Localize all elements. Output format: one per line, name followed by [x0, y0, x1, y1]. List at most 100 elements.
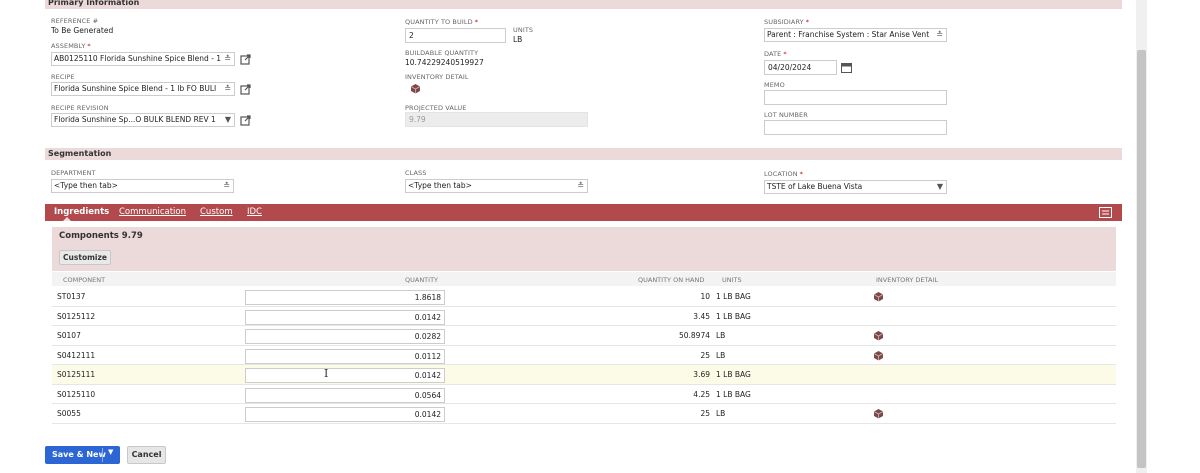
date-input[interactable]: 04/20/2024: [764, 60, 837, 75]
department-label: DEPARTMENT: [51, 169, 96, 177]
assembly-select[interactable]: AB0125110 Florida Sunshine Spice Blend -…: [51, 52, 235, 66]
page-scrollbar[interactable]: [1136, 0, 1147, 473]
column-header-quantity: QUANTITY: [405, 276, 439, 284]
quantity-input[interactable]: 0.0142: [245, 309, 445, 325]
calendar-icon[interactable]: [841, 62, 852, 73]
component-cell: S0412111: [57, 350, 96, 360]
quantity-on-hand-cell: 3.45: [693, 311, 710, 321]
department-select[interactable]: <Type then tab> ≛: [51, 179, 234, 193]
open-record-icon[interactable]: [240, 54, 251, 65]
subsidiary-label: SUBSIDIARY *: [764, 18, 810, 26]
tab-idc[interactable]: IDC: [247, 207, 262, 217]
reference-value: To Be Generated: [51, 26, 114, 35]
quantity-input[interactable]: 0.0142: [245, 368, 445, 383]
units-value: LB: [513, 35, 523, 44]
units-cell: 1 LB BAG: [716, 292, 751, 301]
units-cell: LB: [716, 350, 726, 360]
buildable-quantity-label: BUILDABLE QUANTITY: [405, 49, 479, 57]
quantity-input[interactable]: 0.0564: [245, 387, 445, 403]
component-cell: S0055: [57, 409, 81, 418]
save-new-button[interactable]: Save & New ▼: [45, 446, 120, 464]
quantity-on-hand-cell: 10: [700, 292, 710, 301]
quantity-input[interactable]: 0.0112: [245, 348, 445, 364]
recipe-revision-select[interactable]: Florida Sunshine Sp...O BULK BLEND REV 1…: [51, 113, 235, 127]
recipe-label: RECIPE: [51, 73, 75, 81]
assembly-label: ASSEMBLY *: [51, 42, 91, 50]
location-select[interactable]: TSTE of Lake Buena Vista ▼: [764, 180, 947, 194]
quantity-to-build-input[interactable]: 2: [405, 28, 506, 43]
units-cell: LB: [716, 409, 726, 418]
buildable-quantity-value: 10.74229240519927: [405, 58, 484, 67]
components-title: Components 9.79: [59, 231, 143, 241]
inventory-detail-icon[interactable]: [873, 291, 884, 302]
table-row[interactable]: [52, 326, 1116, 346]
subsidiary-select[interactable]: Parent : Franchise System : Star Anise V…: [764, 28, 947, 42]
customize-button[interactable]: Customize: [59, 250, 111, 265]
table-row[interactable]: [52, 345, 1116, 365]
units-label: UNITS: [513, 26, 534, 34]
cancel-button[interactable]: Cancel: [127, 446, 166, 464]
table-row[interactable]: [52, 384, 1116, 404]
tab-custom[interactable]: Custom: [200, 207, 233, 217]
memo-input[interactable]: [764, 90, 947, 105]
table-row[interactable]: [52, 404, 1116, 424]
quantity-on-hand-cell: 25: [700, 409, 710, 418]
quantity-to-build-label: QUANTITY TO BUILD *: [405, 18, 479, 26]
reference-label: REFERENCE #: [51, 17, 99, 25]
text-cursor-icon: I: [324, 367, 329, 380]
scrollbar-thumb[interactable]: [1137, 50, 1146, 468]
quantity-on-hand-cell: 4.25: [693, 389, 710, 399]
projected-value-label: PROJECTED VALUE: [405, 104, 467, 112]
open-record-icon[interactable]: [240, 84, 251, 95]
chevron-double-down-icon: ≛: [224, 54, 231, 63]
active-tab-indicator: [63, 217, 71, 221]
units-cell: 1 LB BAG: [716, 389, 751, 399]
inventory-detail-icon[interactable]: [410, 83, 421, 94]
section-segmentation: Segmentation: [45, 148, 1122, 160]
open-record-icon[interactable]: [240, 115, 251, 126]
chevron-double-down-icon: ≛: [577, 181, 584, 190]
quantity-input[interactable]: 0.0142: [245, 407, 445, 422]
table-row[interactable]: [52, 306, 1116, 326]
component-cell: ST0137: [57, 292, 86, 301]
quantity-input[interactable]: 0.0282: [245, 329, 445, 344]
column-header-inventory-detail: INVENTORY DETAIL: [876, 276, 938, 284]
component-cell: S0125110: [57, 389, 96, 399]
class-select[interactable]: <Type then tab> ≛: [405, 179, 588, 193]
recipe-select[interactable]: Florida Sunshine Spice Blend - 1 lb FO B…: [51, 82, 235, 96]
tab-ingredients[interactable]: Ingredients: [54, 207, 109, 217]
table-header: [52, 272, 1116, 286]
quantity-on-hand-cell: 25: [700, 350, 710, 360]
quantity-on-hand-cell: 3.69: [693, 370, 710, 379]
tab-communication[interactable]: Communication: [119, 207, 186, 217]
date-label: DATE *: [764, 50, 787, 58]
quantity-on-hand-cell: 50.8974: [678, 331, 710, 340]
column-header-component: COMPONENT: [63, 276, 106, 284]
inventory-detail-icon[interactable]: [873, 350, 884, 361]
units-cell: 1 LB BAG: [716, 370, 751, 379]
dropdown-arrow-icon: ▼: [936, 182, 943, 191]
inventory-detail-icon[interactable]: [873, 408, 884, 419]
lot-number-input[interactable]: [764, 120, 947, 135]
column-header-quantity-on-hand: QUANTITY ON HAND: [638, 276, 705, 284]
quantity-input[interactable]: 1.8618: [245, 290, 445, 305]
units-cell: 1 LB BAG: [716, 311, 751, 321]
inventory-detail-icon[interactable]: [873, 330, 884, 341]
collapse-panel-icon[interactable]: [1099, 207, 1112, 218]
component-cell: S0107: [57, 331, 81, 340]
class-label: CLASS: [405, 169, 427, 177]
column-header-units: UNITS: [722, 276, 742, 284]
split-dropdown-icon[interactable]: ▼: [108, 448, 113, 456]
projected-value-field: 9.79: [405, 112, 588, 127]
dropdown-arrow-icon: ▼: [224, 115, 231, 124]
chevron-double-down-icon: ≛: [936, 30, 943, 39]
components-panel: [52, 227, 1116, 271]
chevron-double-down-icon: ≛: [223, 181, 230, 190]
chevron-double-down-icon: ≛: [224, 84, 231, 93]
recipe-revision-label: RECIPE REVISION: [51, 104, 109, 112]
save-new-label: Save & New: [52, 450, 106, 459]
location-label: LOCATION *: [764, 170, 804, 178]
table-row[interactable]: [52, 365, 1116, 385]
table-row[interactable]: [52, 287, 1116, 307]
component-cell: S0125112: [57, 311, 96, 321]
